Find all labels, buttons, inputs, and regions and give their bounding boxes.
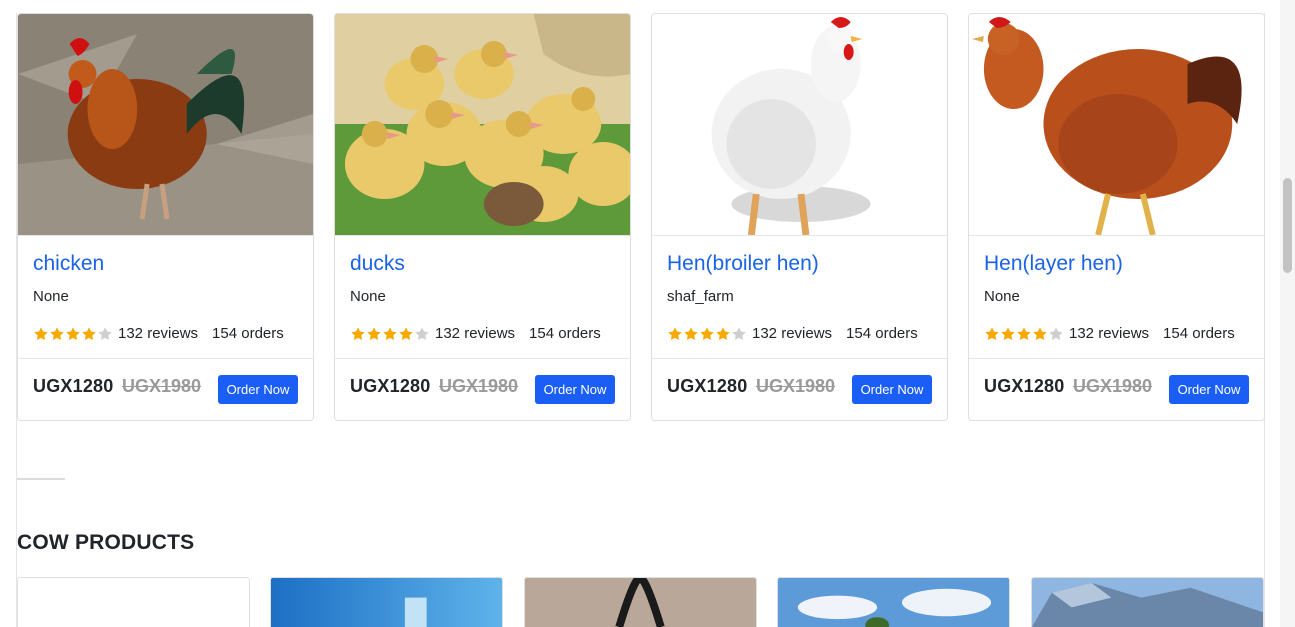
orders-count: 154 orders <box>846 325 918 342</box>
product-image-rooster[interactable] <box>18 14 313 235</box>
product-image-white-hen[interactable] <box>652 14 947 235</box>
orders-count: 154 orders <box>1163 325 1235 342</box>
star-empty-icon <box>98 326 112 340</box>
order-now-button[interactable]: Order Now <box>852 375 932 404</box>
star-filled-icon <box>1017 326 1031 340</box>
reviews-count: 132 reviews <box>435 325 516 342</box>
product-title[interactable]: Hen(layer hen) <box>984 252 1123 276</box>
star-filled-icon <box>700 326 714 340</box>
star-filled-icon <box>351 326 365 340</box>
orders-count: 154 orders <box>212 325 284 342</box>
reviews-count: 132 reviews <box>752 325 833 342</box>
star-empty-icon <box>732 326 746 340</box>
star-filled-icon <box>82 326 96 340</box>
product-seller: shaf_farm <box>667 288 734 305</box>
star-filled-icon <box>66 326 80 340</box>
product-card-broiler-hen: Hen(broiler hen) shaf_farm 132 reviews 1… <box>651 13 948 421</box>
product-price: UGX1280 <box>667 376 748 396</box>
order-now-button[interactable]: Order Now <box>218 375 298 404</box>
star-filled-icon <box>716 326 730 340</box>
star-filled-icon <box>1033 326 1047 340</box>
scrollbar-thumb[interactable] <box>1283 178 1292 273</box>
product-meta: 132 reviews 154 orders <box>984 325 1235 342</box>
reviews-count: 132 reviews <box>1069 325 1150 342</box>
product-card-ducks: ducks None 132 reviews 154 orders UGX128… <box>334 13 631 421</box>
cow-product-card-1[interactable] <box>17 577 250 627</box>
product-card-layer-hen: Hen(layer hen) None 132 reviews 154 orde… <box>968 13 1265 421</box>
product-price: UGX1280 <box>984 376 1065 396</box>
star-empty-icon <box>415 326 429 340</box>
product-old-price: UGX1980 <box>439 376 519 396</box>
product-old-price: UGX1980 <box>756 376 836 396</box>
product-meta: 132 reviews 154 orders <box>33 325 284 342</box>
orders-count: 154 orders <box>529 325 601 342</box>
product-old-price: UGX1980 <box>1073 376 1153 396</box>
page-scrollbar[interactable] <box>1280 0 1295 627</box>
product-title[interactable]: ducks <box>350 252 405 276</box>
rating-stars <box>33 326 113 342</box>
star-filled-icon <box>985 326 999 340</box>
product-image-ducklings[interactable] <box>335 14 630 235</box>
product-card-chicken: chicken None 132 reviews 154 orders UGX1… <box>17 13 314 421</box>
product-seller: None <box>33 288 69 305</box>
star-filled-icon <box>684 326 698 340</box>
star-filled-icon <box>383 326 397 340</box>
order-now-button[interactable]: Order Now <box>535 375 615 404</box>
product-seller: None <box>350 288 386 305</box>
star-filled-icon <box>367 326 381 340</box>
cow-product-card-4[interactable] <box>777 577 1010 627</box>
section-title-cow-products: COW PRODUCTS <box>17 531 195 554</box>
product-meta: 132 reviews 154 orders <box>667 325 918 342</box>
star-filled-icon <box>1001 326 1015 340</box>
product-title[interactable]: Hen(broiler hen) <box>667 252 819 276</box>
star-filled-icon <box>668 326 682 340</box>
rating-stars <box>667 326 747 342</box>
section-divider <box>17 478 65 480</box>
product-title[interactable]: chicken <box>33 252 104 276</box>
product-seller: None <box>984 288 1020 305</box>
reviews-count: 132 reviews <box>118 325 199 342</box>
star-filled-icon <box>50 326 64 340</box>
product-meta: 132 reviews 154 orders <box>350 325 601 342</box>
product-image-brown-hen[interactable] <box>969 14 1264 235</box>
cow-product-card-3[interactable] <box>524 577 757 627</box>
product-price: UGX1280 <box>350 376 431 396</box>
order-now-button[interactable]: Order Now <box>1169 375 1249 404</box>
star-filled-icon <box>399 326 413 340</box>
rating-stars <box>350 326 430 342</box>
cow-product-card-5[interactable] <box>1031 577 1264 627</box>
product-old-price: UGX1980 <box>122 376 202 396</box>
star-empty-icon <box>1049 326 1063 340</box>
rating-stars <box>984 326 1064 342</box>
cow-product-card-2[interactable] <box>270 577 503 627</box>
product-price: UGX1280 <box>33 376 114 396</box>
star-filled-icon <box>34 326 48 340</box>
